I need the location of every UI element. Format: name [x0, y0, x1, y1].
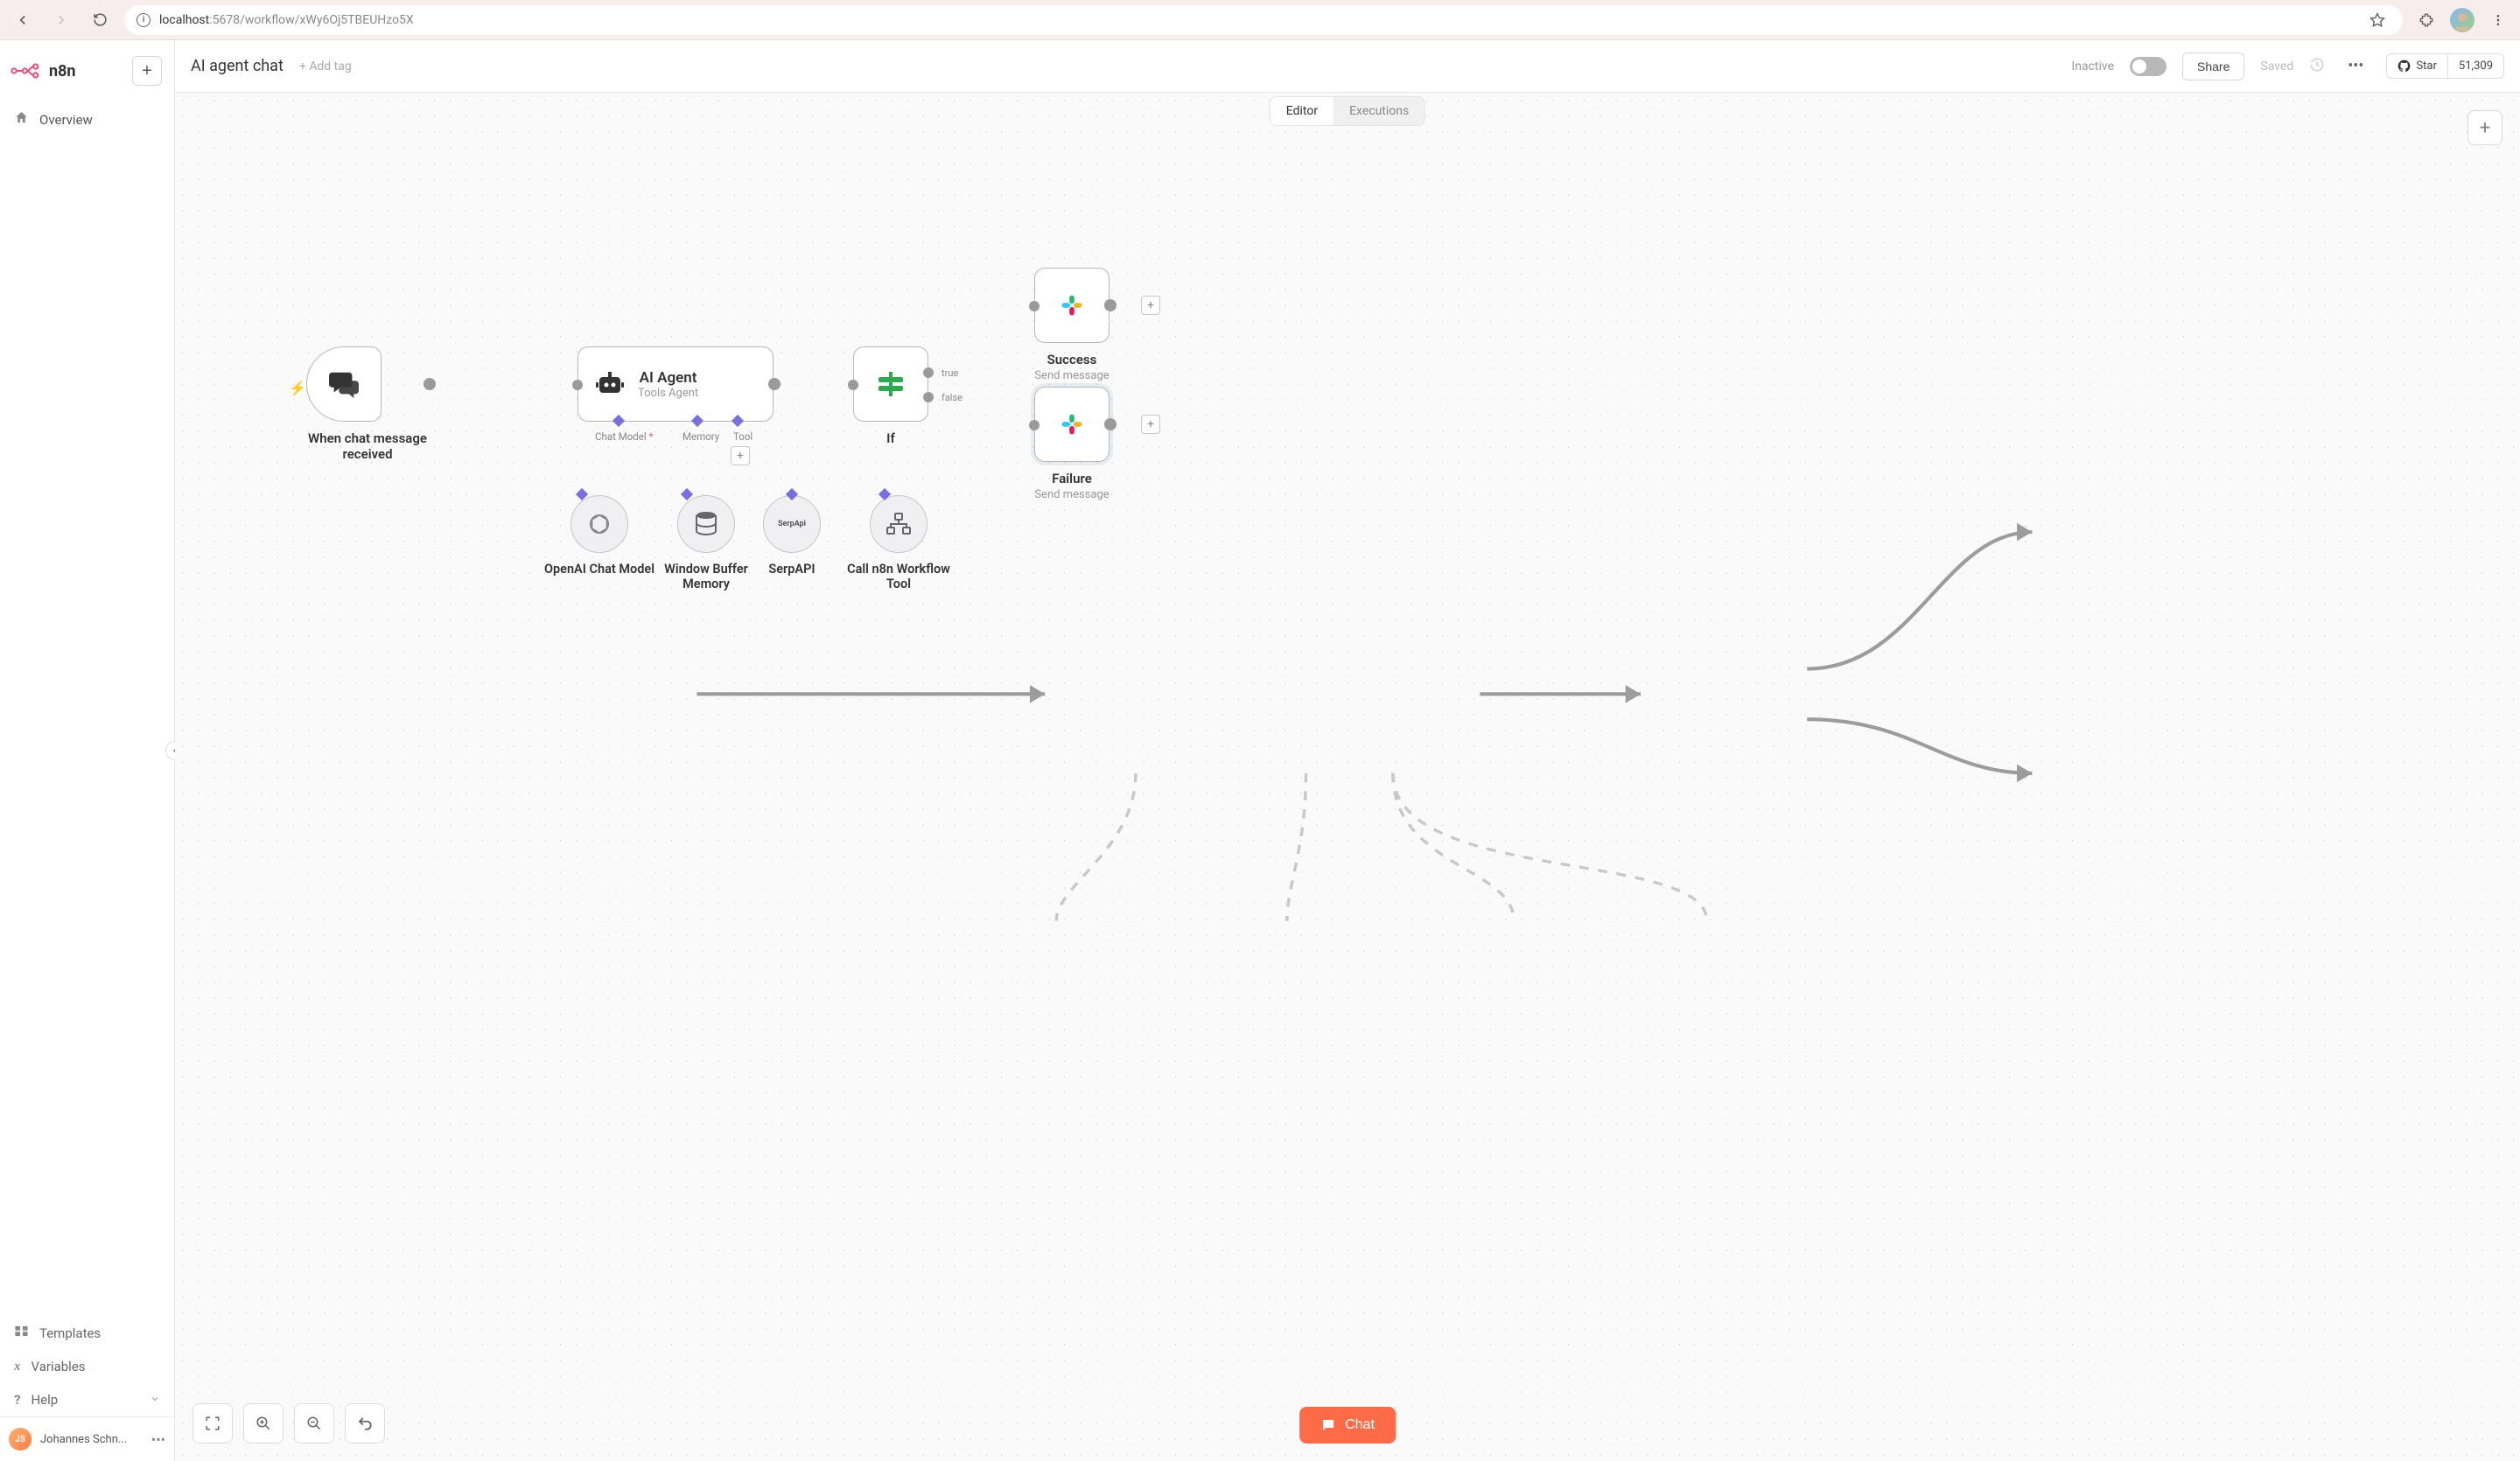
node-openai-model[interactable]: OpenAI Chat Model [544, 495, 654, 577]
conn-chat-model: Chat Model [595, 430, 653, 443]
node-buffer-memory[interactable]: Window Buffer Memory [649, 495, 763, 592]
fit-view-button[interactable] [192, 1403, 233, 1444]
edge-label-true: true [942, 367, 958, 379]
zoom-in-button[interactable] [243, 1403, 284, 1444]
add-after-success[interactable]: + [1141, 296, 1160, 315]
github-star-widget[interactable]: Star 51,309 [2386, 53, 2504, 79]
add-node-button[interactable]: + [2468, 110, 2502, 145]
workflow-icon [886, 512, 912, 536]
history-icon[interactable] [2309, 57, 2325, 76]
chat-icon [327, 369, 360, 399]
node-label: SerpAPI [763, 562, 821, 577]
slack-icon [1055, 289, 1088, 322]
brand-name: n8n [49, 62, 76, 80]
workflow-canvas[interactable]: Editor Executions + [175, 93, 2520, 1461]
view-tabs: Editor Executions [1270, 96, 1425, 126]
sidebar-label: Templates [39, 1325, 101, 1341]
node-workflow-tool[interactable]: Call n8n Workflow Tool [842, 495, 956, 592]
site-info-icon[interactable]: i [136, 13, 150, 27]
sidebar-item-variables[interactable]: x Variables [0, 1350, 174, 1383]
user-footer[interactable]: JS Johannes Schn... ••• [0, 1416, 174, 1461]
conn-tool: Tool [733, 430, 752, 443]
active-toggle[interactable] [2130, 57, 2166, 76]
browser-chrome: i localhost:5678/workflow/xWy6Oj5TBEUHzo… [0, 0, 2520, 40]
node-label: When chat message received [306, 430, 429, 462]
star-label: Star [2416, 59, 2436, 73]
add-tag-button[interactable]: + Add tag [299, 59, 352, 73]
tab-editor[interactable]: Editor [1270, 97, 1334, 125]
back-button[interactable] [9, 6, 37, 34]
conn-memory: Memory [682, 430, 719, 443]
variables-icon: x [14, 1360, 21, 1374]
undo-button[interactable] [345, 1403, 385, 1444]
agent-title: AI Agent [638, 369, 698, 387]
sidebar-item-help[interactable]: ? Help [0, 1383, 174, 1416]
help-icon: ? [14, 1392, 20, 1408]
sidebar: n8n + Overview Templates x Variables ? H… [0, 40, 175, 1461]
node-success[interactable]: Success Send message [1034, 268, 1110, 382]
extensions-icon[interactable] [2413, 7, 2440, 33]
user-avatar: JS [9, 1428, 32, 1451]
bookmark-star-icon[interactable] [2364, 7, 2390, 33]
add-tool-button[interactable]: + [731, 446, 750, 465]
node-label: Success [1034, 352, 1110, 367]
node-label: Call n8n Workflow Tool [842, 562, 956, 592]
workflow-title[interactable]: AI agent chat [191, 57, 284, 75]
openai-icon [584, 509, 614, 539]
node-trigger[interactable]: ⚡ When chat message received [306, 346, 429, 462]
node-ai-agent[interactable]: AI Agent Tools Agent [578, 346, 774, 422]
sidebar-label: Variables [32, 1359, 86, 1374]
brand-logo[interactable]: n8n [10, 62, 76, 80]
slack-icon [1055, 408, 1088, 441]
sidebar-item-overview[interactable]: Overview [0, 101, 174, 137]
sidebar-label: Overview [39, 112, 93, 128]
node-sub: Send message [1034, 369, 1110, 382]
user-menu-icon[interactable]: ••• [151, 1431, 165, 1448]
forward-button[interactable] [47, 6, 75, 34]
serpapi-icon: SerpApi [778, 520, 806, 528]
tab-executions[interactable]: Executions [1334, 97, 1424, 125]
node-failure[interactable]: Failure Send message [1034, 387, 1110, 501]
node-label: Failure [1034, 471, 1110, 486]
edge-label-false: false [942, 392, 962, 403]
sidebar-label: Help [31, 1392, 58, 1408]
chat-button[interactable]: Chat [1299, 1407, 1396, 1444]
bolt-icon: ⚡ [289, 380, 306, 396]
canvas-tools [192, 1403, 385, 1444]
templates-icon [14, 1325, 29, 1341]
topbar: AI agent chat + Add tag Inactive Share S… [175, 40, 2520, 93]
add-after-failure[interactable]: + [1141, 415, 1160, 434]
node-label: If [853, 430, 928, 446]
new-workflow-button[interactable]: + [132, 56, 162, 86]
workflow-more-button[interactable]: ••• [2341, 53, 2370, 79]
node-label: OpenAI Chat Model [544, 562, 654, 577]
url-text: localhost:5678/workflow/xWy6Oj5TBEUHzo5X [159, 13, 414, 27]
node-sub: Send message [1034, 488, 1110, 501]
saved-label: Saved [2260, 59, 2293, 73]
share-button[interactable]: Share [2182, 52, 2244, 80]
branch-icon [873, 367, 908, 402]
user-name: Johannes Schn... [40, 1433, 143, 1446]
star-count: 51,309 [2447, 54, 2503, 78]
agent-subtitle: Tools Agent [638, 387, 698, 400]
node-if[interactable]: If [853, 346, 928, 446]
browser-menu-icon[interactable] [2485, 7, 2511, 33]
database-icon [693, 510, 719, 538]
zoom-out-button[interactable] [294, 1403, 334, 1444]
node-serpapi[interactable]: SerpApi SerpAPI [763, 495, 821, 577]
robot-icon [594, 370, 626, 398]
active-label: Inactive [2071, 59, 2114, 73]
reload-button[interactable] [86, 6, 114, 34]
node-label: Window Buffer Memory [649, 562, 763, 592]
chat-button-label: Chat [1345, 1417, 1375, 1433]
profile-avatar[interactable] [2450, 8, 2474, 32]
sidebar-item-templates[interactable]: Templates [0, 1316, 174, 1350]
chat-icon [1320, 1417, 1336, 1433]
chevron-down-icon [150, 1392, 160, 1408]
home-icon [14, 110, 29, 129]
url-bar[interactable]: i localhost:5678/workflow/xWy6Oj5TBEUHzo… [124, 5, 2403, 35]
